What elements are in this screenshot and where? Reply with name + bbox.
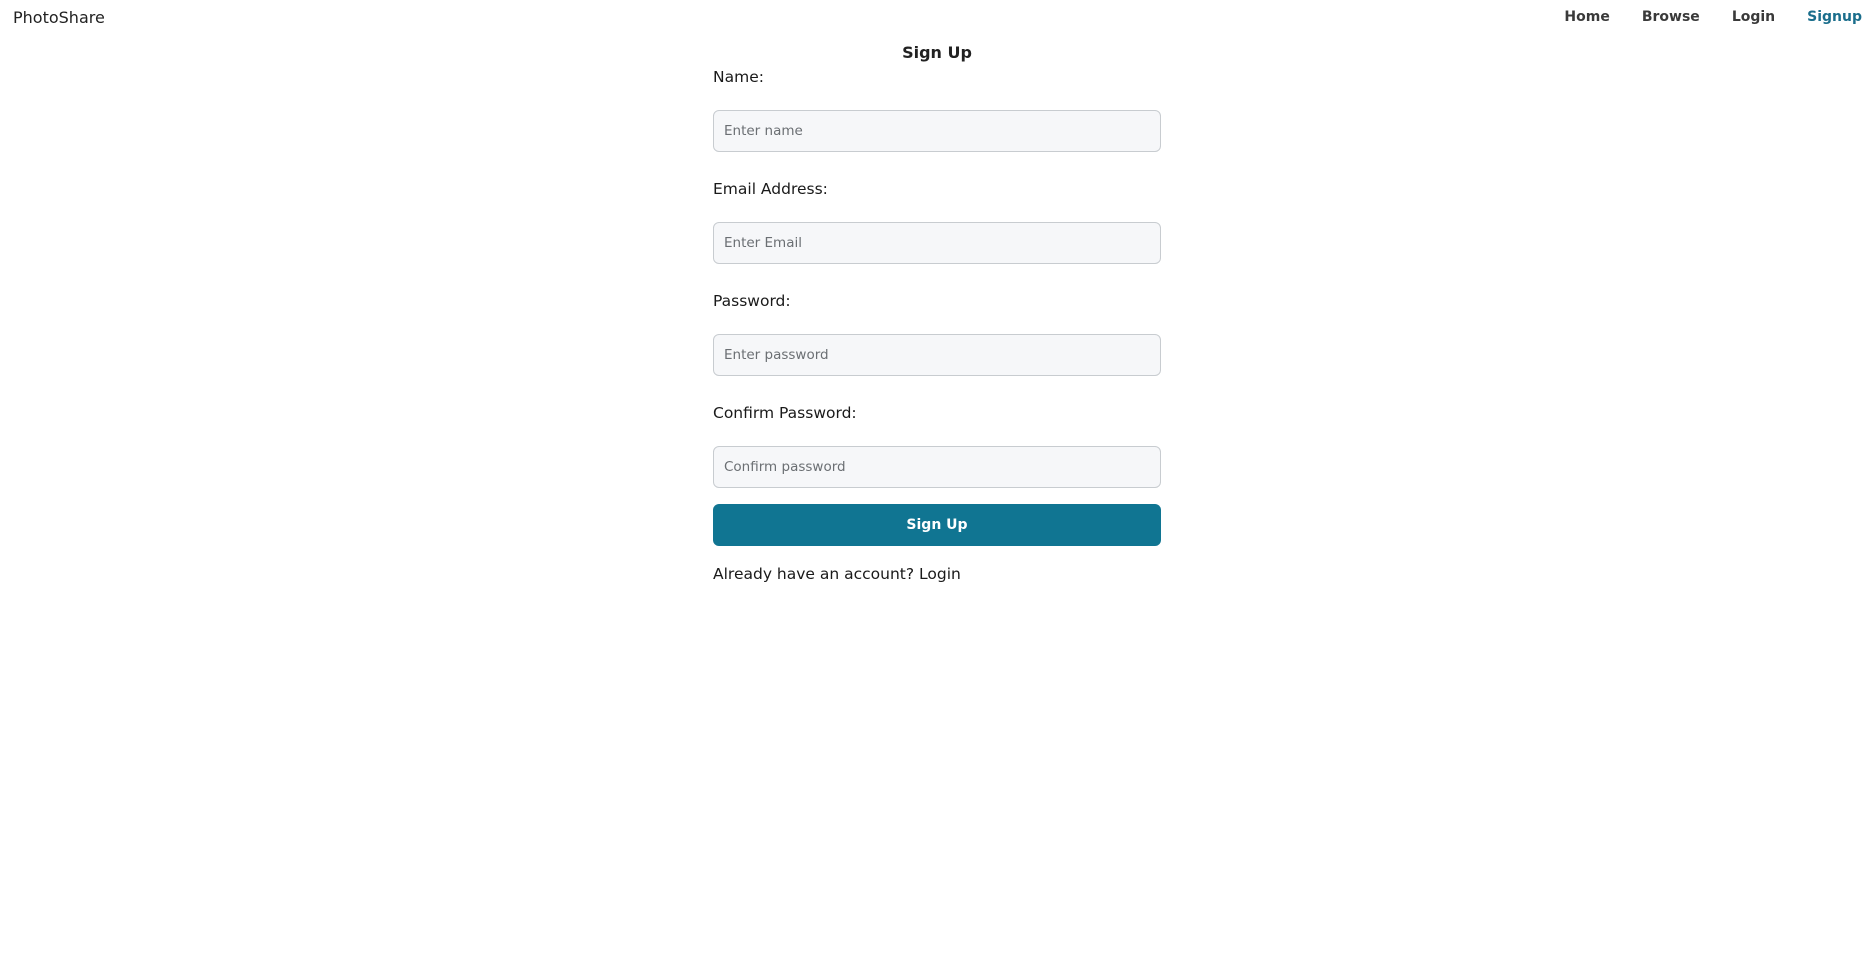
login-prompt: Already have an account? Login [713, 565, 1161, 583]
email-input[interactable] [713, 222, 1161, 264]
nav-login-link[interactable]: Login [1732, 9, 1775, 25]
login-prompt-text: Already have an account? [713, 565, 915, 583]
confirm-password-input[interactable] [713, 446, 1161, 488]
nav-browse-link[interactable]: Browse [1642, 9, 1700, 25]
password-label: Password: [713, 292, 791, 310]
form-title: Sign Up [902, 43, 972, 62]
signup-form: Sign Up Name: Email Address: Password: C… [713, 42, 1161, 583]
login-link[interactable]: Login [919, 565, 961, 583]
top-navbar: PhotoShare Home Browse Login Signup [0, 0, 1872, 36]
confirm-password-label: Confirm Password: [713, 404, 857, 422]
nav-signup-link[interactable]: Signup [1807, 9, 1862, 25]
nav-home-link[interactable]: Home [1564, 9, 1609, 25]
brand-logo-text[interactable]: PhotoShare [13, 8, 105, 27]
password-input[interactable] [713, 334, 1161, 376]
nav-links: Home Browse Login Signup [1532, 9, 1862, 25]
signup-submit-button[interactable]: Sign Up [713, 504, 1161, 546]
name-input[interactable] [713, 110, 1161, 152]
email-label: Email Address: [713, 180, 828, 198]
name-label: Name: [713, 68, 764, 86]
